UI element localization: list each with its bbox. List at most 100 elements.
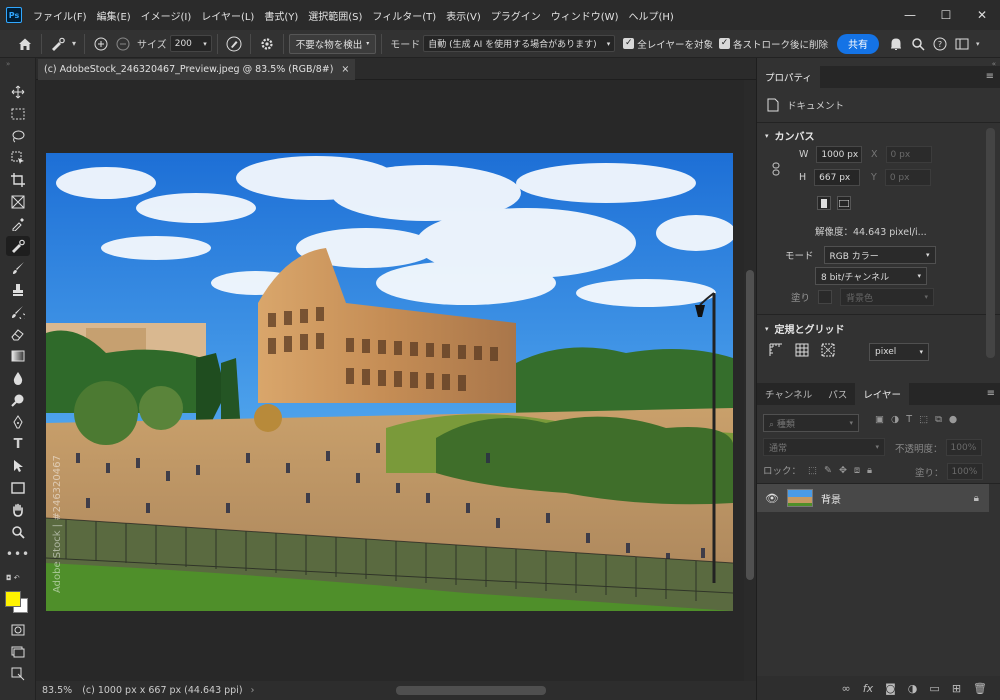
history-brush-tool-icon[interactable]	[6, 302, 30, 322]
menu-item[interactable]: ウィンドウ(W)	[546, 8, 624, 23]
lock-all-icon[interactable]: 🔒︎	[867, 465, 872, 476]
menu-item[interactable]: 表示(V)	[441, 8, 486, 23]
menu-item[interactable]: 書式(Y)	[259, 8, 303, 23]
document-tab[interactable]: (c) AdobeStock_246320467_Preview.jpeg @ …	[38, 59, 356, 80]
adjustment-layer-icon[interactable]: ◑	[908, 682, 918, 695]
link-layers-icon[interactable]: ∞	[842, 682, 851, 695]
size-input[interactable]: 200 ▾	[169, 35, 212, 52]
crop-tool-icon[interactable]	[6, 170, 30, 190]
menu-item[interactable]: ファイル(F)	[28, 8, 92, 23]
remove-tool-preset-icon[interactable]	[47, 33, 69, 55]
tab-layers[interactable]: レイヤー	[855, 383, 909, 405]
properties-scrollbar[interactable]	[986, 128, 995, 358]
hand-tool-icon[interactable]	[6, 500, 30, 520]
mode-select[interactable]: 自動 (生成 AI を使用する場合があります) ▾	[423, 35, 616, 52]
pixel-filter-icon[interactable]: ▣	[875, 414, 884, 425]
edit-toolbar-icon[interactable]	[6, 664, 30, 684]
home-icon[interactable]	[14, 33, 36, 55]
blend-mode-select[interactable]: 通常 ▾	[763, 438, 885, 456]
close-tab-icon[interactable]: ×	[341, 64, 349, 75]
opacity-input[interactable]: 100%	[945, 439, 982, 456]
delete-layer-icon[interactable]: 🗑︎	[973, 682, 987, 695]
stamp-tool-icon[interactable]	[6, 280, 30, 300]
fill-opacity-input[interactable]: 100%	[946, 463, 983, 480]
tab-channels[interactable]: チャンネル	[757, 383, 820, 405]
layers-panel-menu-icon[interactable]: ≡	[987, 388, 995, 399]
quick-mask-icon[interactable]	[6, 620, 30, 640]
help-icon[interactable]: ?	[929, 33, 951, 55]
landscape-orientation-icon[interactable]	[837, 196, 851, 210]
guides-icon[interactable]	[821, 343, 835, 357]
zoom-level[interactable]: 83.5%	[42, 685, 72, 696]
blur-tool-icon[interactable]	[6, 368, 30, 388]
menu-item[interactable]: プラグイン	[486, 8, 546, 23]
marquee-tool-icon[interactable]	[6, 104, 30, 124]
default-colors-icon[interactable]: ◘ ↶	[6, 574, 20, 582]
height-input[interactable]: 667 px	[814, 169, 861, 186]
menu-item[interactable]: フィルター(T)	[367, 8, 441, 23]
menu-item[interactable]: イメージ(I)	[136, 8, 197, 23]
lock-artboard-icon[interactable]: ⧈	[854, 465, 860, 476]
vertical-scrollbar[interactable]	[744, 80, 756, 681]
rectangle-tool-icon[interactable]	[6, 478, 30, 498]
pressure-size-icon[interactable]	[223, 33, 245, 55]
units-select[interactable]: pixel ▾	[869, 343, 929, 361]
canvas-area[interactable]: Adobe Stock | #246320467	[36, 80, 744, 681]
screen-mode-icon[interactable]	[6, 642, 30, 662]
adjustment-filter-icon[interactable]: ◑	[891, 414, 899, 425]
more-tools-icon[interactable]: •••	[6, 544, 30, 564]
menu-item[interactable]: レイヤー(L)	[196, 8, 259, 23]
add-to-stroke-icon[interactable]	[90, 33, 112, 55]
find-distractions-button[interactable]: 不要な物を検出 ▾	[288, 33, 377, 54]
fx-icon[interactable]: fx	[863, 682, 873, 695]
link-icon[interactable]	[771, 162, 781, 176]
maximize-button[interactable]: ☐	[928, 0, 964, 30]
tab-paths[interactable]: パス	[820, 383, 855, 405]
notifications-icon[interactable]	[885, 33, 907, 55]
portrait-orientation-icon[interactable]	[817, 196, 831, 210]
eyedropper-tool-icon[interactable]	[6, 214, 30, 234]
ruler-icon[interactable]	[769, 343, 783, 357]
menu-item[interactable]: 編集(E)	[92, 8, 136, 23]
add-mask-icon[interactable]: ◙	[885, 682, 896, 695]
new-layer-icon[interactable]: ⊞	[952, 682, 961, 695]
menu-item[interactable]: ヘルプ(H)	[623, 8, 678, 23]
remove-tool-icon[interactable]	[6, 236, 30, 256]
lock-transparency-icon[interactable]: ⬚	[808, 465, 817, 476]
subtract-from-stroke-icon[interactable]	[112, 33, 134, 55]
type-tool-icon[interactable]: T	[6, 434, 30, 454]
horizontal-scrollbar[interactable]	[396, 686, 546, 695]
grid-icon[interactable]	[795, 343, 809, 357]
layer-row-background[interactable]: 👁︎ 背景 🔒︎	[757, 484, 989, 512]
share-button[interactable]: 共有	[836, 33, 879, 54]
remove-after-stroke-checkbox[interactable]: ✓ 各ストローク後に削除	[718, 37, 828, 51]
brush-tool-icon[interactable]	[6, 258, 30, 278]
foreground-color-swatch[interactable]	[5, 591, 21, 607]
eraser-tool-icon[interactable]	[6, 324, 30, 344]
new-group-icon[interactable]: ▭	[929, 682, 939, 695]
type-filter-icon[interactable]: T	[906, 414, 912, 425]
info-arrow-icon[interactable]: ›	[251, 685, 255, 696]
minimize-button[interactable]: —	[892, 0, 928, 30]
gradient-tool-icon[interactable]	[6, 346, 30, 366]
close-window-button[interactable]: ✕	[964, 0, 1000, 30]
pen-tool-icon[interactable]	[6, 412, 30, 432]
panel-menu-icon[interactable]: ≡	[986, 71, 994, 82]
zoom-tool-icon[interactable]	[6, 522, 30, 542]
lock-image-icon[interactable]: ✎	[824, 465, 832, 476]
workspace-icon[interactable]	[951, 33, 973, 55]
width-input[interactable]: 1000 px	[816, 146, 863, 163]
layer-filter-select[interactable]: ⌕ 種類 ▾	[763, 414, 859, 432]
collapse-icon[interactable]: »	[6, 60, 10, 68]
lock-position-icon[interactable]: ✥	[839, 465, 847, 476]
document-image[interactable]: Adobe Stock | #246320467	[46, 153, 733, 611]
color-mode-select[interactable]: RGB カラー ▾	[823, 246, 936, 264]
move-tool-icon[interactable]	[6, 82, 30, 102]
gear-icon[interactable]	[256, 33, 278, 55]
search-icon[interactable]	[907, 33, 929, 55]
layer-name[interactable]: 背景	[821, 491, 841, 506]
path-selection-tool-icon[interactable]	[6, 456, 30, 476]
visibility-eye-icon[interactable]: 👁︎	[765, 492, 779, 505]
sample-all-layers-checkbox[interactable]: ✓ 全レイヤーを対象	[623, 37, 713, 51]
filter-toggle-icon[interactable]: ●	[949, 414, 957, 425]
